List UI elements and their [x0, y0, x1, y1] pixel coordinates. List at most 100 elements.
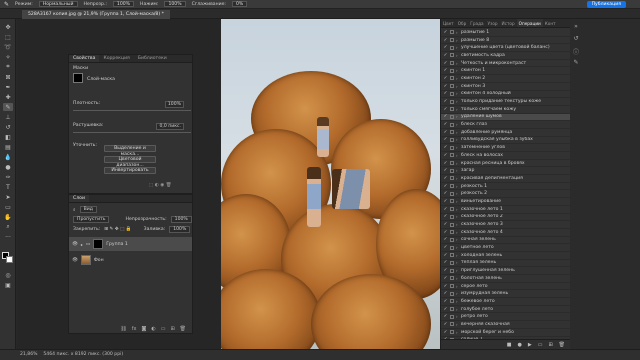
- fill-field[interactable]: 100%: [169, 226, 191, 233]
- tab-libraries[interactable]: Библиотеки: [134, 55, 171, 62]
- dialog-toggle-box[interactable]: [450, 199, 454, 204]
- action-item[interactable]: ✓ › изумрудная зелень: [441, 290, 571, 299]
- flow-field[interactable]: 100%: [164, 1, 186, 7]
- check-icon[interactable]: ✓: [441, 276, 450, 281]
- action-item[interactable]: ✓ › скинтон 4 холодный: [441, 91, 571, 99]
- document-tab[interactable]: 528A3167 копия.jpg @ 21,9% (Группа 1, Сл…: [22, 10, 170, 19]
- publish-button[interactable]: Публикация: [586, 1, 626, 8]
- action-item[interactable]: ✓ › скинтон 2: [441, 75, 571, 83]
- check-icon[interactable]: ✓: [441, 130, 450, 135]
- dialog-toggle-box[interactable]: [450, 184, 454, 189]
- action-item[interactable]: ✓ › скинтон 1: [441, 67, 571, 76]
- action-item[interactable]: ✓ › блеск глаз: [441, 121, 571, 129]
- action-item[interactable]: ✓ › серое лето: [441, 283, 571, 291]
- pen-tool-icon[interactable]: ✑: [3, 173, 13, 181]
- tab-layers[interactable]: Слои: [69, 195, 89, 202]
- blend-mode-dropdown[interactable]: Пропустить: [73, 216, 110, 223]
- action-item[interactable]: ✓ › сказочное лето 2: [441, 214, 571, 222]
- trash-icon[interactable]: 🗑: [180, 326, 186, 332]
- lasso-tool-icon[interactable]: ➰: [3, 43, 13, 51]
- dialog-toggle-box[interactable]: [450, 314, 454, 319]
- action-item[interactable]: ✓ › морской берег и небо: [441, 329, 571, 337]
- marquee-tool-icon[interactable]: ⬚: [3, 33, 13, 41]
- action-item[interactable]: ✓ › загар: [441, 167, 571, 176]
- check-icon[interactable]: ✓: [441, 284, 450, 289]
- check-icon[interactable]: ✓: [441, 299, 450, 304]
- action-item[interactable]: ✓ › красная ресница в бровях: [441, 160, 571, 168]
- crop-tool-icon[interactable]: ⌗: [3, 63, 13, 71]
- dodge-tool-icon[interactable]: ●: [3, 163, 13, 171]
- tab-3[interactable]: Узор: [486, 19, 500, 27]
- dialog-toggle-box[interactable]: [450, 299, 454, 304]
- check-icon[interactable]: ✓: [441, 84, 450, 89]
- action-item[interactable]: ✓ › размытие 8: [441, 37, 571, 45]
- tab-properties[interactable]: Свойства: [69, 55, 100, 62]
- check-icon[interactable]: ✓: [441, 137, 450, 142]
- dialog-toggle-box[interactable]: [450, 107, 454, 112]
- check-icon[interactable]: ✓: [441, 161, 450, 166]
- check-icon[interactable]: ✓: [441, 61, 450, 66]
- action-item[interactable]: ✓ › сочная зелень: [441, 237, 571, 245]
- check-icon[interactable]: ✓: [441, 268, 450, 273]
- play-icon[interactable]: ▶: [528, 342, 532, 348]
- dialog-toggle-box[interactable]: [450, 145, 454, 150]
- action-item[interactable]: ✓ › светимость кадра: [441, 52, 571, 60]
- dialog-toggle-box[interactable]: [450, 137, 454, 142]
- action-item[interactable]: ✓ › теплая зелень: [441, 260, 571, 268]
- eraser-tool-icon[interactable]: ◧: [3, 133, 13, 141]
- density-field[interactable]: 100%: [164, 101, 184, 108]
- action-item[interactable]: ✓ › вечерняя сказочная: [441, 321, 571, 329]
- action-item[interactable]: ✓ › сказочное лето 1: [441, 206, 571, 214]
- dialog-toggle-box[interactable]: [450, 153, 454, 158]
- dialog-toggle-box[interactable]: [450, 330, 454, 335]
- action-item[interactable]: ✓ › красивая депигментация: [441, 175, 571, 183]
- dialog-toggle-box[interactable]: [450, 38, 454, 43]
- dialog-toggle-box[interactable]: [450, 245, 454, 250]
- check-icon[interactable]: ✓: [441, 68, 450, 73]
- feather-slider[interactable]: [73, 132, 191, 133]
- stamp-tool-icon[interactable]: ⊥: [3, 113, 13, 121]
- dialog-toggle-box[interactable]: [450, 130, 454, 135]
- record-icon[interactable]: ●: [517, 342, 521, 348]
- path-select-icon[interactable]: ➤: [3, 193, 13, 201]
- mode-dropdown[interactable]: Нормальный: [38, 1, 78, 7]
- quick-mask-icon[interactable]: ◎: [3, 271, 13, 279]
- move-tool-icon[interactable]: ✥: [3, 23, 13, 31]
- check-icon[interactable]: ✓: [441, 253, 450, 258]
- dialog-toggle-box[interactable]: [450, 84, 454, 89]
- tab-5[interactable]: Операции: [516, 19, 543, 27]
- new-group-icon[interactable]: ▭: [161, 326, 166, 332]
- fx-icon[interactable]: fx: [132, 326, 137, 332]
- dialog-toggle-box[interactable]: [450, 253, 454, 258]
- check-icon[interactable]: ✓: [441, 291, 450, 296]
- expand-arrow-icon[interactable]: ▸: [81, 242, 83, 247]
- trash-icon[interactable]: 🗑: [559, 342, 565, 348]
- action-item[interactable]: ✓ › приглушенная зелень: [441, 267, 571, 275]
- action-item[interactable]: ✓ › блеск на волосах: [441, 152, 571, 160]
- dialog-toggle-box[interactable]: [450, 53, 454, 58]
- rectangle-tool-icon[interactable]: ▭: [3, 203, 13, 211]
- check-icon[interactable]: ✓: [441, 184, 450, 189]
- check-icon[interactable]: ✓: [441, 45, 450, 50]
- action-item[interactable]: ✓ › резкость 2: [441, 190, 571, 199]
- check-icon[interactable]: ✓: [441, 307, 450, 312]
- dialog-toggle-box[interactable]: [450, 207, 454, 212]
- history-icon[interactable]: ↺: [572, 35, 580, 43]
- check-icon[interactable]: ✓: [441, 122, 450, 127]
- new-action-icon[interactable]: ⊞: [548, 342, 552, 348]
- tab-6[interactable]: Конт: [543, 19, 558, 27]
- action-item[interactable]: ✓ › цветное лето: [441, 244, 571, 252]
- action-item[interactable]: ✓ › ретро лето: [441, 313, 571, 322]
- check-icon[interactable]: ✓: [441, 330, 450, 335]
- opacity-field[interactable]: 100%: [112, 1, 135, 7]
- check-icon[interactable]: ✓: [441, 245, 450, 250]
- action-item[interactable]: ✓ › размытие 1: [441, 29, 571, 37]
- action-item[interactable]: ✓ › только смягчаем кожу: [441, 106, 571, 114]
- healing-tool-icon[interactable]: ✚: [3, 93, 13, 101]
- dialog-toggle-box[interactable]: [450, 176, 454, 181]
- dialog-toggle-box[interactable]: [450, 260, 454, 265]
- check-icon[interactable]: ✓: [441, 114, 450, 119]
- dialog-toggle-box[interactable]: [450, 268, 454, 273]
- info-icon[interactable]: ⓘ: [572, 47, 580, 56]
- brush-preset-icon[interactable]: ✎: [4, 1, 9, 8]
